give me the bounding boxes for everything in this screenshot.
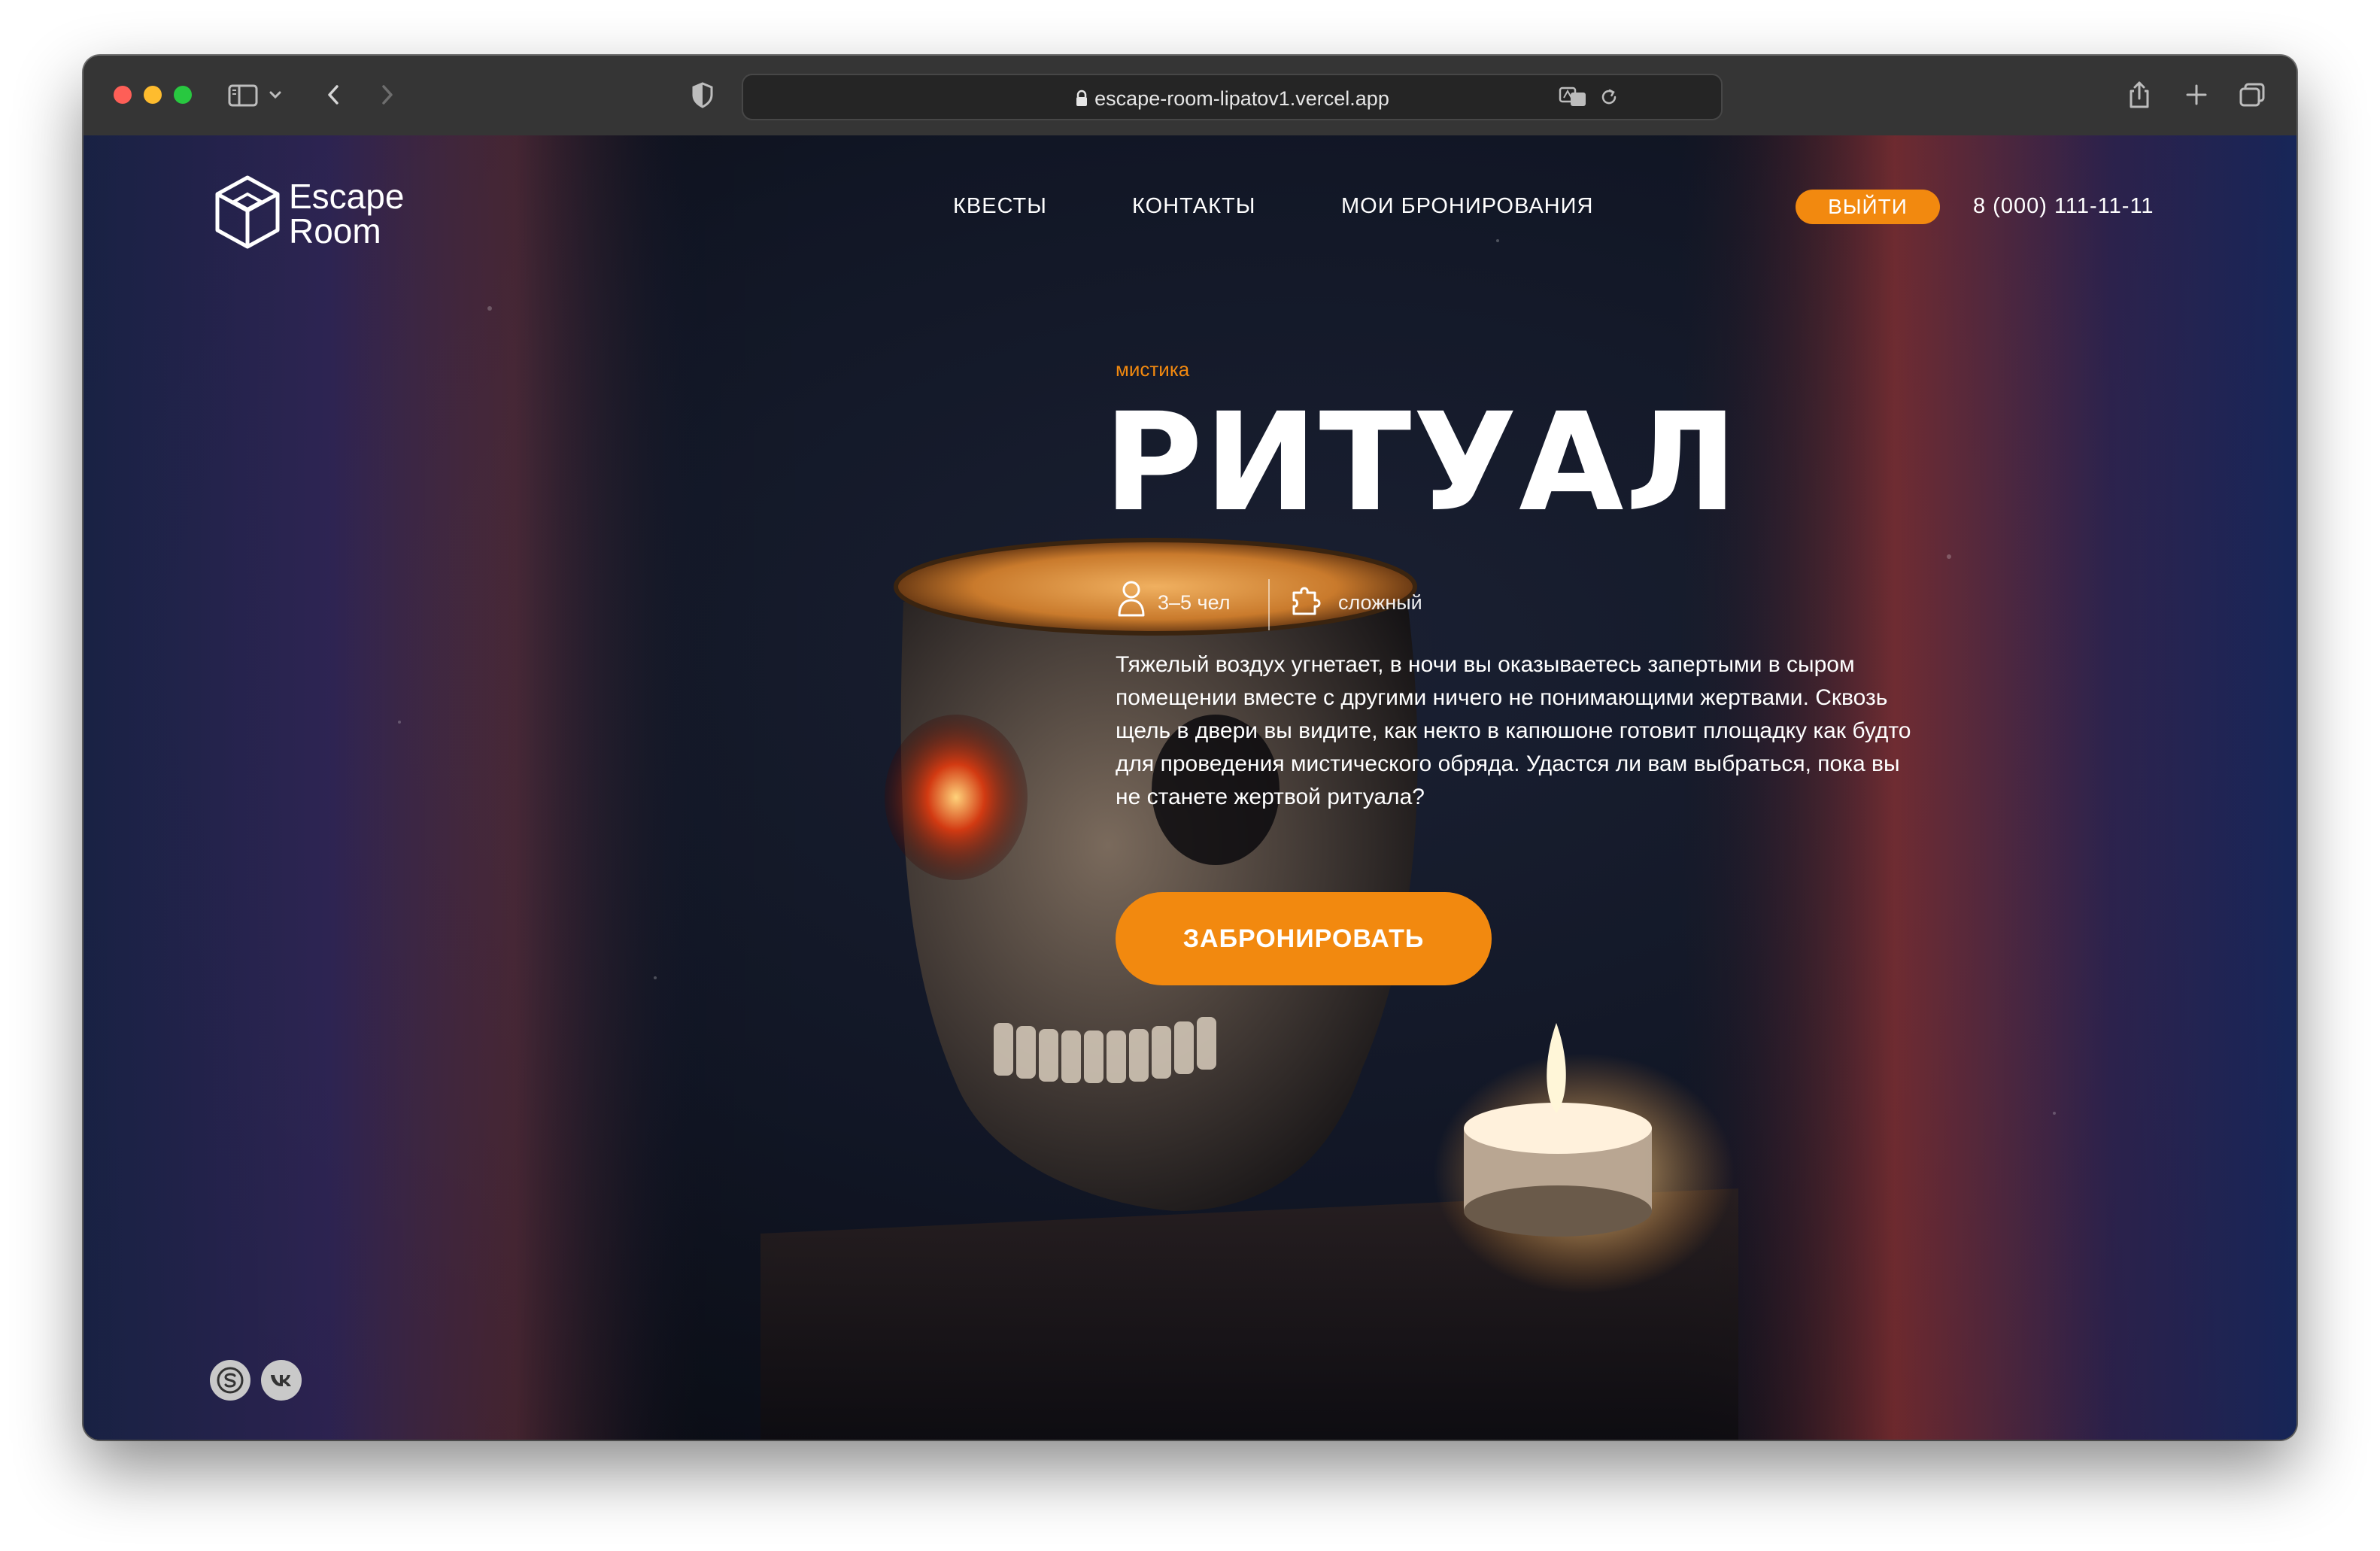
quest-genre: мистика <box>1116 358 1190 381</box>
new-tab-icon[interactable] <box>2184 80 2209 110</box>
phone-link[interactable]: 8 (000) 111-11-11 <box>1973 194 2154 219</box>
reload-icon[interactable] <box>1598 86 1620 108</box>
address-bar[interactable]: escape-room-lipatov1.vercel.app <box>742 74 1723 120</box>
nav-link-quests[interactable]: КВЕСТЫ <box>953 194 1047 219</box>
puzzle-icon <box>1292 587 1321 615</box>
minimize-window-button[interactable] <box>144 86 162 104</box>
skype-icon <box>217 1367 244 1394</box>
site-logo[interactable]: Escape Room <box>211 171 430 254</box>
browser-toolbar: escape-room-lipatov1.vercel.app <box>83 56 2297 137</box>
share-icon[interactable] <box>2127 80 2152 110</box>
lock-icon <box>1076 90 1088 106</box>
vk-icon <box>271 1375 291 1386</box>
tabs-overview-icon[interactable] <box>2238 80 2268 110</box>
quest-players: 3–5 чел <box>1158 591 1231 614</box>
meta-divider <box>1268 579 1270 630</box>
skype-link[interactable] <box>210 1360 250 1401</box>
back-icon[interactable] <box>323 80 345 110</box>
quest-title: РИТУАЛ <box>1103 384 1739 542</box>
book-button[interactable]: ЗАБРОНИРОВАТЬ <box>1116 892 1492 985</box>
zoom-window-button[interactable] <box>174 86 192 104</box>
vk-link[interactable] <box>261 1360 302 1401</box>
chevron-down-icon[interactable] <box>267 80 284 110</box>
translate-icon[interactable] <box>1559 86 1589 108</box>
quest-difficulty: сложный <box>1338 591 1422 614</box>
logo-text-line1: Escape <box>289 177 405 216</box>
logo-text-line2: Room <box>289 211 381 250</box>
logo-cube-icon <box>215 175 280 249</box>
person-icon <box>1118 581 1145 617</box>
nav-link-contacts[interactable]: КОНТАКТЫ <box>1132 194 1255 219</box>
close-window-button[interactable] <box>114 86 132 104</box>
privacy-shield-icon[interactable] <box>690 80 715 110</box>
forward-icon[interactable] <box>375 80 398 110</box>
quest-page: Escape Room КВЕСТЫ КОНТАКТЫ МОИ БРОНИРОВ… <box>83 135 2297 1440</box>
browser-window: escape-room-lipatov1.vercel.app Escape R… <box>83 56 2297 1440</box>
quest-description: Тяжелый воздух угнетает, в ночи вы оказы… <box>1116 652 1911 809</box>
logout-button[interactable]: ВЫЙТИ <box>1796 190 1940 224</box>
address-url: escape-room-lipatov1.vercel.app <box>1094 87 1389 110</box>
nav-link-my-bookings[interactable]: МОИ БРОНИРОВАНИЯ <box>1341 194 1593 219</box>
sidebar-icon[interactable] <box>226 80 260 110</box>
